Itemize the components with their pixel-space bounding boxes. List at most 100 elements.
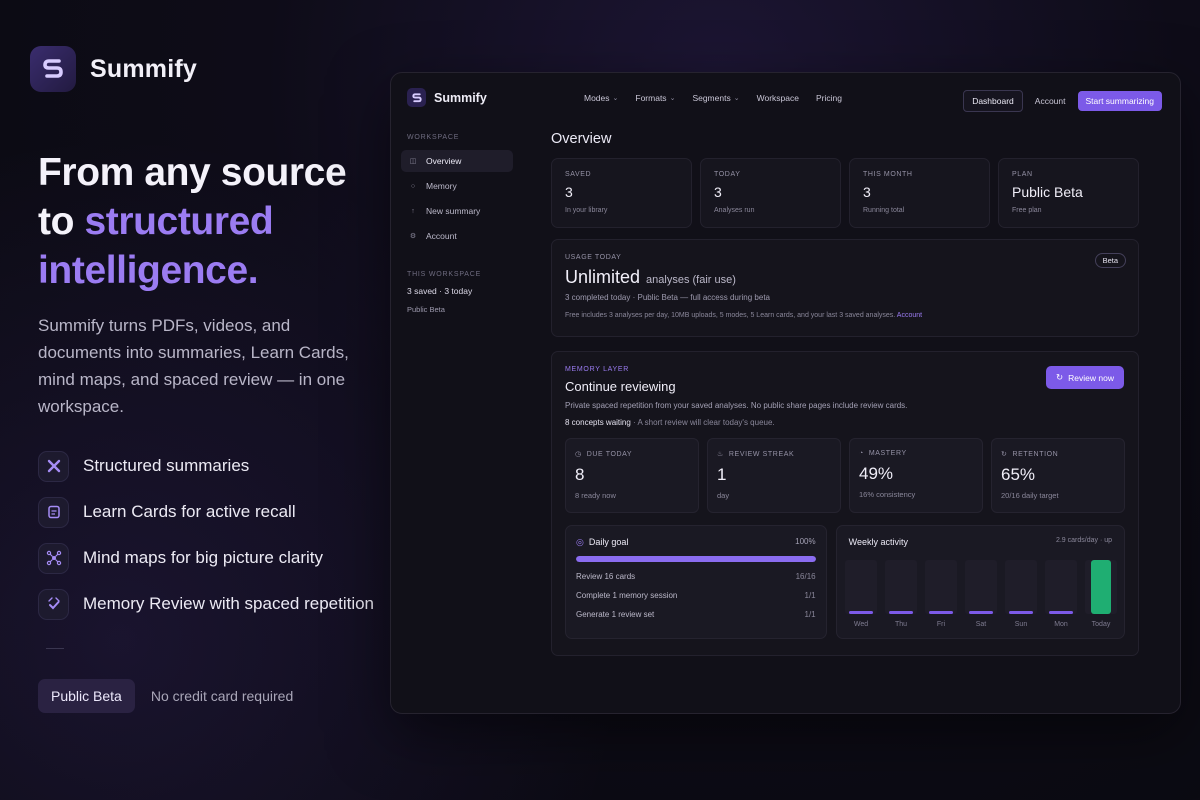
usage-details-text: Free includes 3 analyses per day, 10MB u… <box>565 312 896 319</box>
review-now-button[interactable]: ↻ Review now <box>1046 366 1124 389</box>
goal-row: Review 16 cards 16/16 <box>576 572 816 581</box>
hero-title-accent: structured <box>84 200 274 243</box>
hero-subtitle: Summify turns PDFs, videos, and document… <box>38 316 349 416</box>
workspace-summary: THIS WORKSPACE 3 saved · 3 today Public … <box>407 271 513 314</box>
memory-stat-sub: day <box>717 491 730 500</box>
brand-name: Summify <box>90 54 197 83</box>
stat-sub: Analyses run <box>714 207 755 214</box>
sidebar-item-label: New summary <box>426 206 481 216</box>
memory-stat-value: 8 <box>575 465 585 484</box>
nav-label: Formats <box>635 93 667 103</box>
feature-item: Structured summaries <box>38 450 374 482</box>
account-link[interactable]: Account <box>1035 96 1066 106</box>
sidebar-item-account[interactable]: ⚙ Account <box>401 225 513 247</box>
memory-label: MEMORY LAYER <box>565 366 630 373</box>
goal-row-count: 1/1 <box>804 591 816 600</box>
weekly-header: Weekly activity 2.9 cards/day · up <box>849 537 1112 547</box>
feature-list: Structured summaries Learn Cards for act… <box>38 450 374 620</box>
usage-card: USAGE TODAY Unlimited analyses (fair use… <box>551 239 1139 337</box>
stat-sub: Free plan <box>1012 207 1042 214</box>
activity-bar <box>928 611 953 614</box>
target-icon: ◎ <box>576 537 584 547</box>
hero-brand[interactable]: Summify <box>30 46 197 92</box>
app-window: Summify Modes ⌄ Formats ⌄ Segments ⌄ Worksp… <box>390 72 1181 714</box>
memory-description: Private spaced repetition from your save… <box>565 401 908 410</box>
memory-stat-sub: 16% consistency <box>859 490 916 499</box>
beta-note: No credit card required <box>150 688 294 704</box>
weekly-activity-card: Weekly activity 2.9 cards/day · up Wed Th… <box>835 525 1125 639</box>
gauge-icon: ◔ <box>859 450 864 457</box>
progress-fill <box>576 556 816 562</box>
memory-stat-label: REVIEW STREAK <box>728 450 795 458</box>
main-content: Overview SAVED 3 In your library TODAY 3… <box>551 127 1139 656</box>
activity-day-label: Fri <box>937 621 946 628</box>
memory-stat-due: ◷ DUE TODAY 8 8 ready now <box>565 438 699 513</box>
goal-row-count: 16/16 <box>795 572 816 581</box>
daily-goal-card: ◎ Daily goal 100% Review 16 cards 16/16 Co… <box>565 525 827 639</box>
nav-pricing[interactable]: Pricing <box>816 93 842 103</box>
nav-workspace[interactable]: Workspace <box>757 93 799 103</box>
activity-day-label: Wed <box>853 621 867 628</box>
feature-item: Mind maps for big picture clarity <box>38 542 374 574</box>
goal-row-label: Generate 1 review set <box>576 610 655 619</box>
usage-label: USAGE TODAY <box>565 254 622 261</box>
activity-bar-track <box>964 560 997 614</box>
nav-label: Modes <box>584 93 610 103</box>
activity-bar <box>1090 560 1111 614</box>
activity-bar-track <box>844 560 877 614</box>
page-title: Overview <box>551 131 612 147</box>
account-link[interactable]: Account <box>897 312 922 319</box>
stat-card-saved: SAVED 3 In your library <box>551 158 692 228</box>
sidebar-item-label: Overview <box>426 156 462 166</box>
hero-title-line3: intelligence. <box>38 249 259 292</box>
weekly-title: Weekly activity <box>848 537 908 547</box>
memory-stat-retention: ↻ RETENTION 65% 20/16 daily target <box>991 438 1125 513</box>
sidebar-item-overview[interactable]: ◫ Overview <box>401 150 513 172</box>
usage-headline: Unlimited analyses (fair use) <box>565 267 1125 288</box>
app-brand[interactable]: Summify <box>407 88 487 107</box>
activity-bar <box>888 611 913 614</box>
daily-goal-header: ◎ Daily goal 100% <box>576 537 816 548</box>
memory-stat-streak: ♨ REVIEW STREAK 1 day <box>707 438 841 513</box>
beta-row: Public Beta No credit card required <box>38 679 293 713</box>
activity-day-label: Mon <box>1054 621 1068 628</box>
memory-stat-label: DUE TODAY <box>586 450 633 458</box>
daily-goal-percent: 100% <box>795 537 816 546</box>
sidebar-item-new-summary[interactable]: ↑ New summary <box>401 200 513 222</box>
activity-bar <box>1048 611 1073 614</box>
feature-label: Structured summaries <box>83 456 250 475</box>
stat-sub: In your library <box>565 207 608 214</box>
nav-modes[interactable]: Modes ⌄ <box>584 93 618 103</box>
stat-sub: Running total <box>863 207 905 214</box>
refresh-icon: ↻ <box>1001 451 1008 458</box>
app-topbar: Summify Modes ⌄ Formats ⌄ Segments ⌄ Worksp… <box>391 73 1180 127</box>
memory-stat-value: 1 <box>717 465 727 484</box>
activity-bar-track <box>1044 560 1077 614</box>
nav-formats[interactable]: Formats ⌄ <box>635 93 675 103</box>
memory-waiting: 8 concepts waiting · A short review will… <box>565 418 1125 427</box>
clock-icon: ◷ <box>575 451 582 458</box>
memory-stat-mastery: ◔ MASTERY 49% 16% consistency <box>849 438 983 513</box>
sidebar-heading: WORKSPACE <box>407 134 460 141</box>
memory-stat-sub: 20/16 daily target <box>1001 491 1059 500</box>
activity-day-label: Today <box>1091 621 1110 628</box>
stat-value: 3 <box>565 184 573 200</box>
usage-value-suffix: analyses (fair use) <box>646 274 736 286</box>
goal-row-label: Complete 1 memory session <box>576 591 678 600</box>
topbar-actions: Dashboard Account Start summarizing <box>963 90 1162 112</box>
sidebar-item-memory[interactable]: ○ Memory <box>401 175 513 197</box>
start-summarizing-button[interactable]: Start summarizing <box>1077 91 1162 111</box>
daily-goal-title-wrap: ◎ Daily goal <box>576 537 628 548</box>
feature-item: Learn Cards for active recall <box>38 496 374 528</box>
dashboard-button[interactable]: Dashboard <box>963 90 1023 112</box>
goal-row: Generate 1 review set 1/1 <box>576 610 816 619</box>
stat-card-month: THIS MONTH 3 Running total <box>849 158 990 228</box>
activity-bar <box>848 611 873 614</box>
memory-stat-header: ↻ RETENTION <box>1001 450 1115 459</box>
hero-title-line2-prefix: to <box>38 200 85 243</box>
nav-segments[interactable]: Segments ⌄ <box>692 93 739 103</box>
hero-title-line1: From any source <box>38 151 347 194</box>
stat-label: TODAY <box>714 171 741 178</box>
stat-label: SAVED <box>565 171 592 178</box>
daily-goal-title: Daily goal <box>588 537 629 547</box>
